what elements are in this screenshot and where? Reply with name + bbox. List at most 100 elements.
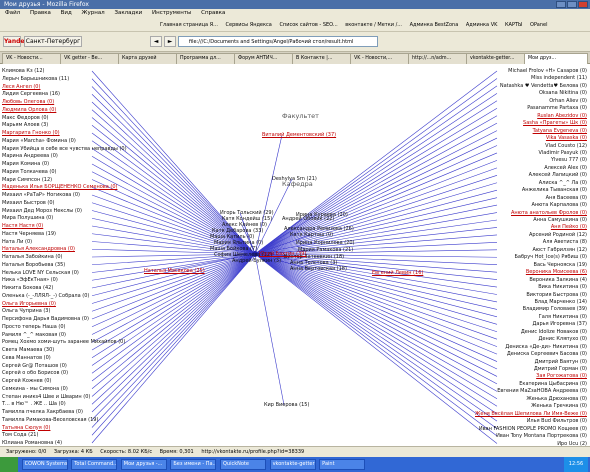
friend-node-label[interactable]: Аня Васеева (0) (546, 195, 587, 201)
friend-node-label[interactable]: Мира Полушина (0) (2, 215, 53, 221)
friend-node-label[interactable]: Алексей Alex (0) (544, 165, 587, 171)
taskbar-item[interactable]: Без имени - Па... (170, 459, 217, 470)
friend-node-label[interactable]: Ромец Хохмо хоми-шуть заранее Михайлов (… (2, 339, 125, 345)
friend-node-label[interactable]: Анжелика Тыванская (0) (522, 187, 587, 193)
close-button[interactable] (578, 1, 588, 8)
friend-node-label[interactable]: Настя Настя (0) (2, 223, 43, 229)
tab[interactable]: Карта друзей (118, 53, 181, 64)
bookmark-item[interactable]: КАРТЫ (505, 18, 522, 31)
friend-node-label[interactable]: Аюст Габрилзян (12) (533, 247, 588, 253)
friend-node-label[interactable]: Виталий Дементовский (37) (262, 132, 336, 138)
friend-node-label[interactable]: Андрей Булкин (3) (232, 258, 281, 264)
friend-node-label[interactable]: Маргарита Гнонко (0) (2, 130, 60, 136)
friend-node-label[interactable]: Михаил Быстров (0) (2, 200, 55, 206)
friend-node-label[interactable]: Сергей Gr@ Поташов (0) (2, 363, 67, 369)
friend-node-label[interactable]: Женька Дрюханова (0) (526, 396, 587, 402)
friend-node-label[interactable]: Анна Самушкина (0) (533, 217, 587, 223)
friend-node-label[interactable]: Анюта анатольев Фролов (0) (511, 210, 587, 216)
friend-node-label[interactable]: Вась Чернояска (19) (534, 262, 587, 268)
forward-icon[interactable]: ► (164, 36, 176, 47)
friend-node-label[interactable]: Алиска ^_^ Ла (0) (539, 180, 587, 186)
friend-node-label[interactable]: Зая Рогожатова (0) (536, 373, 587, 379)
friend-node-label[interactable]: Tatyana Evgeneva (0) (533, 128, 587, 134)
friend-node-label[interactable]: Катя Карташ (0) (290, 232, 333, 238)
friend-node-label[interactable]: Иван FASHION PEOPLE PROMO Кощеев (0) (479, 426, 587, 432)
friend-node-label[interactable]: Наталья Забойкина (0) (2, 254, 62, 260)
friend-node-label[interactable]: Женька Гречкина (0) (531, 403, 587, 409)
friend-node-label[interactable]: Кир Виерова (15) (264, 402, 309, 408)
minimize-button[interactable] (556, 1, 566, 8)
bookmark-item[interactable]: Сервисы Яндекса (226, 18, 272, 31)
bookmark-item[interactable]: Админка BestZona (410, 18, 459, 31)
friend-node-label[interactable]: Арсений Родиной (12) (529, 232, 587, 238)
friend-node-label[interactable]: Ирина Корнилова (20) (296, 240, 355, 246)
friend-node-label[interactable]: Oksana Nikitina (0) (539, 90, 587, 96)
friend-node-label[interactable]: Климова Кз (12) (2, 68, 45, 74)
friend-node-label[interactable]: Том Сода (21) (2, 432, 38, 438)
tab[interactable]: Форум АНТИЧ... (234, 53, 297, 64)
menu-help[interactable]: Справка (201, 10, 225, 16)
yandex-logo[interactable]: Yandex (3, 36, 28, 47)
friend-node-label[interactable]: Татьяна Сюлуя (0) (2, 425, 50, 431)
menu-file[interactable]: Файл (5, 10, 20, 16)
friend-node-label[interactable]: Женя Весёлая Шепилова Ли Имя-Веже (0) (475, 411, 587, 417)
taskbar-item[interactable]: COWON Systems (21, 459, 68, 470)
friend-node-label[interactable]: Илья Bud Фильтров (0) (527, 418, 587, 424)
tab[interactable]: http://...n/adm... (408, 53, 471, 64)
friend-node-label[interactable]: Настя Черняева (19) (2, 231, 56, 237)
friend-node-label[interactable]: Михаил «РаТаР» Ногикова (0) (2, 192, 80, 198)
center-node-label[interactable]: Юрий Бахтин (39) (259, 251, 306, 257)
friend-node-label[interactable]: Pasanamme Partaxa (0) (527, 105, 587, 111)
friend-node-label[interactable]: Алексей Лапицкий (0) (529, 172, 587, 178)
menu-bookmarks[interactable]: Закладки (114, 10, 142, 16)
friend-node-label[interactable]: Людмила Орлова (0) (2, 107, 56, 113)
friend-node-label[interactable]: Виктория Быстрова (0) (526, 292, 587, 298)
friend-node-label[interactable]: Мария Убийца в себе все чувства неправды… (2, 146, 127, 152)
friend-node-label[interactable]: Персифона Дарья Вадимовна (0) (2, 316, 89, 322)
friend-node-label[interactable]: Сергей Кожнев (0) (2, 378, 51, 384)
friend-node-label[interactable]: Денис Idolize Новаков (0) (521, 329, 587, 335)
friend-node-label[interactable]: Маденька Илья БОРЩЕНЕНКО Семенова (0) (2, 184, 117, 190)
friend-node-label[interactable]: Вероника Моисеева (6) (526, 269, 587, 275)
friend-node-label[interactable]: Екатерина Цыбасрина (0) (519, 381, 587, 387)
friend-node-label[interactable]: Аня Пейко (0) (551, 224, 587, 230)
bookmark-item[interactable]: OPanel (530, 18, 547, 31)
friend-node-label[interactable]: Анна Вертовская (18) (290, 266, 347, 272)
friend-node-label[interactable]: Дарья Игоревна (37) (533, 321, 588, 327)
friend-node-label[interactable]: Наталья Александровна (0) (2, 246, 75, 252)
menu-view[interactable]: Вид (61, 10, 72, 16)
tab[interactable]: VK - Новости,... (350, 53, 413, 64)
friend-node-label[interactable]: Денис Кляпухо (0) (538, 336, 587, 342)
friend-node-label[interactable]: Vladimir Pasyuk (0) (539, 150, 588, 156)
friend-node-label[interactable]: Miss independent (11) (531, 75, 587, 81)
friend-node-label[interactable]: Бабруч Hot_Ice(s) Рябиш (0) (514, 254, 587, 260)
friend-node-label[interactable]: Natashka ♥ Vendetta♥ Белова (0) (500, 83, 587, 89)
friend-node-label[interactable]: Галя Никитина (0) (539, 314, 587, 320)
friend-node-label[interactable]: Наталья Воробьева (35) (2, 262, 65, 268)
friend-node-label[interactable]: Семкина - мы Симона (0) (2, 386, 68, 392)
friend-node-label[interactable]: Мари Симпсон (12) (2, 177, 52, 183)
tab[interactable]: В Контакте |... (292, 53, 355, 64)
friend-node-label[interactable]: Степан иникs4 Шве и Шварин (0) (2, 394, 90, 400)
start-button[interactable] (0, 457, 18, 472)
taskbar-item[interactable]: Total Command... (71, 459, 118, 470)
city-button[interactable]: Санкт-Петербург (24, 36, 82, 47)
friend-node-label[interactable]: Аля Аветиста (8) (543, 239, 587, 245)
friend-node-label[interactable]: Vika Vasaska (0) (546, 135, 587, 141)
friend-node-label[interactable]: Ольга Игорьевна (0) (2, 301, 56, 307)
friend-node-label[interactable]: Michael Frolov «Н» Сазаров (0) (508, 68, 587, 74)
tab[interactable]: Программа дл... (176, 53, 239, 64)
friend-node-label[interactable]: Оленька (-_-ЛЛЯЛ-_-) Собрала (0) (2, 293, 89, 299)
friend-node-label[interactable]: Дениска Сергеевич Басова (0) (507, 351, 587, 357)
friend-node-label[interactable]: Ruslan Abezidov (0) (537, 113, 587, 119)
friend-node-label[interactable]: Дениска «Де-ди» Никитина (0) (505, 344, 587, 350)
friend-node-label[interactable]: Натa Ли (0) (2, 239, 32, 245)
friend-node-label[interactable]: Влад Марченко (14) (534, 299, 587, 305)
bookmark-item[interactable]: Список сайтов - SEO... (279, 18, 337, 31)
friend-node-label[interactable]: Марьям Алоев (3) (2, 122, 48, 128)
friend-node-label[interactable]: Просто теперь Наша (0) (2, 324, 65, 330)
friend-node-label[interactable]: Рамиля ^_^ маковая (0) (2, 332, 66, 338)
friend-node-label[interactable]: Лидия Сергеевна (16) (2, 91, 60, 97)
taskbar-item[interactable]: Мои друзья -... (120, 459, 167, 470)
taskbar-item[interactable]: QuickNote (219, 459, 266, 470)
